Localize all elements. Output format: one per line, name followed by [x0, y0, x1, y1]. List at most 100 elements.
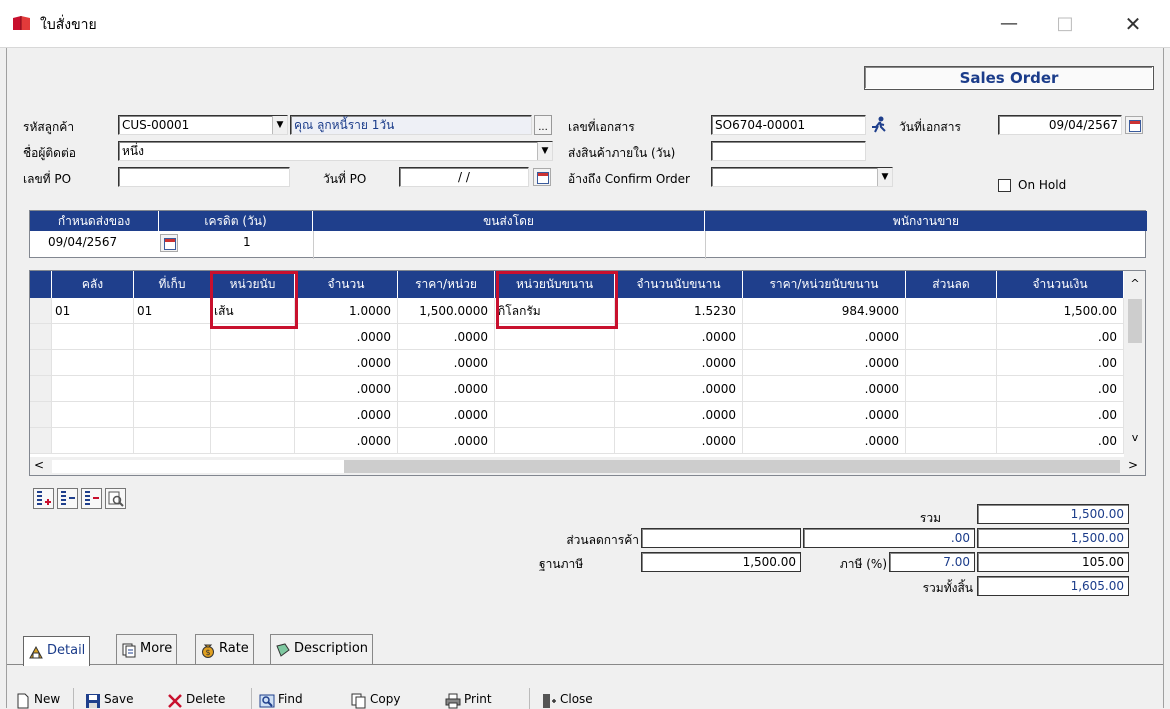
cell-location[interactable] [134, 428, 211, 454]
cell-parallel-price[interactable]: .0000 [743, 376, 906, 402]
row-indicator[interactable] [30, 324, 52, 350]
po-no-field[interactable] [118, 167, 290, 187]
confirm-order-combo[interactable]: ▼ [711, 167, 893, 187]
new-button[interactable]: New [15, 686, 60, 709]
find-button[interactable]: Find [259, 686, 303, 709]
tax-base-value[interactable]: 1,500.00 [641, 552, 801, 572]
cell-location[interactable] [134, 324, 211, 350]
credit-days-value[interactable]: 1 [243, 235, 251, 249]
po-date-calendar-icon[interactable] [533, 168, 551, 186]
scroll-left-arrow[interactable]: < [34, 458, 44, 472]
cell-unit-price[interactable]: .0000 [398, 376, 495, 402]
row-indicator[interactable] [30, 428, 52, 454]
cell-warehouse[interactable] [52, 402, 134, 428]
cell-location[interactable]: 01 [134, 298, 211, 324]
running-man-icon[interactable] [870, 115, 888, 135]
cell-warehouse[interactable] [52, 350, 134, 376]
due-date-calendar-icon[interactable] [160, 234, 178, 252]
cell-discount[interactable] [906, 324, 997, 350]
cell-parallel-qty[interactable]: 1.5230 [615, 298, 743, 324]
cell-parallel-unit[interactable] [495, 350, 615, 376]
cell-amount[interactable]: .00 [997, 376, 1124, 402]
cell-unit-price[interactable]: .0000 [398, 428, 495, 454]
maximize-button[interactable]: □ [1042, 0, 1088, 48]
insert-row-icon[interactable] [33, 488, 54, 509]
cell-discount[interactable] [906, 350, 997, 376]
cell-unit-price[interactable]: .0000 [398, 324, 495, 350]
chevron-down-icon[interactable]: ▼ [272, 116, 287, 134]
tax-rate-value[interactable]: 7.00 [889, 552, 975, 572]
contact-combo[interactable]: หนึ่ง ▼ [118, 141, 553, 161]
horizontal-scrollbar[interactable]: < > [30, 457, 1145, 475]
col-parallel-price[interactable]: ราคา/หน่วยนับขนาน [743, 271, 906, 298]
row-indicator[interactable] [30, 376, 52, 402]
col-location[interactable]: ที่เก็บ [134, 271, 211, 298]
doc-no-field[interactable]: SO6704-00001 [711, 115, 866, 135]
customer-browse-button[interactable]: ... [534, 115, 552, 135]
cell-quantity[interactable]: .0000 [295, 324, 398, 350]
cell-location[interactable] [134, 376, 211, 402]
cell-parallel-price[interactable]: 984.9000 [743, 298, 906, 324]
chevron-down-icon[interactable]: ▼ [877, 168, 892, 186]
cell-parallel-qty[interactable]: .0000 [615, 350, 743, 376]
col-discount[interactable]: ส่วนลด [906, 271, 997, 298]
doc-date-field[interactable]: 09/04/2567 [998, 115, 1122, 135]
horizontal-scroll-thumb[interactable] [344, 460, 1120, 473]
cell-amount[interactable]: .00 [997, 350, 1124, 376]
minimize-button[interactable]: — [986, 0, 1032, 48]
close-window-button[interactable]: ✕ [1110, 0, 1156, 48]
cell-warehouse[interactable] [52, 428, 134, 454]
cell-location[interactable] [134, 402, 211, 428]
cell-unit[interactable] [211, 376, 295, 402]
cell-unit[interactable] [211, 402, 295, 428]
delete-row-icon[interactable] [81, 488, 102, 509]
row-indicator[interactable] [30, 298, 52, 324]
cell-amount[interactable]: 1,500.00 [997, 298, 1124, 324]
vertical-scrollbar[interactable]: ^ v [1124, 271, 1145, 457]
cell-discount[interactable] [906, 298, 997, 324]
on-hold-checkbox[interactable] [998, 179, 1011, 192]
cell-unit-price[interactable]: .0000 [398, 350, 495, 376]
cell-quantity[interactable]: .0000 [295, 376, 398, 402]
deliver-within-field[interactable] [711, 141, 866, 161]
search-row-icon[interactable] [105, 488, 126, 509]
cell-warehouse[interactable]: 01 [52, 298, 134, 324]
cell-amount[interactable]: .00 [997, 402, 1124, 428]
add-row-icon[interactable] [57, 488, 78, 509]
cell-warehouse[interactable] [52, 324, 134, 350]
cell-unit[interactable] [211, 350, 295, 376]
cell-warehouse[interactable] [52, 376, 134, 402]
cell-parallel-price[interactable]: .0000 [743, 402, 906, 428]
trade-discount-input[interactable] [641, 528, 801, 548]
cell-parallel-unit[interactable] [495, 428, 615, 454]
cell-unit[interactable] [211, 428, 295, 454]
cell-location[interactable] [134, 350, 211, 376]
scroll-down-arrow[interactable]: v [1124, 431, 1145, 444]
chevron-down-icon[interactable]: ▼ [537, 142, 552, 160]
cell-amount[interactable]: .00 [997, 324, 1124, 350]
cell-discount[interactable] [906, 376, 997, 402]
customer-code-combo[interactable]: CUS-00001 ▼ [118, 115, 288, 135]
cell-quantity[interactable]: 1.0000 [295, 298, 398, 324]
cell-parallel-unit[interactable] [495, 376, 615, 402]
cell-unit-price[interactable]: 1,500.0000 [398, 298, 495, 324]
cell-parallel-qty[interactable]: .0000 [615, 324, 743, 350]
cell-amount[interactable]: .00 [997, 428, 1124, 454]
tab-more[interactable]: More [116, 634, 178, 664]
cell-discount[interactable] [906, 428, 997, 454]
cell-parallel-price[interactable]: .0000 [743, 324, 906, 350]
cell-parallel-qty[interactable]: .0000 [615, 402, 743, 428]
copy-button[interactable]: Copy [351, 686, 400, 709]
scroll-right-arrow[interactable]: > [1128, 458, 1138, 472]
save-button[interactable]: Save [85, 686, 133, 709]
col-parallel-qty[interactable]: จำนวนนับขนาน [615, 271, 743, 298]
tab-detail[interactable]: Detail [23, 636, 91, 666]
print-button[interactable]: Print [445, 686, 492, 709]
col-quantity[interactable]: จำนวน [295, 271, 398, 298]
scroll-up-arrow[interactable]: ^ [1124, 277, 1145, 290]
delete-button[interactable]: Delete [167, 686, 225, 709]
cell-quantity[interactable]: .0000 [295, 428, 398, 454]
cell-unit-price[interactable]: .0000 [398, 402, 495, 428]
close-button[interactable]: Close [541, 686, 593, 709]
cell-discount[interactable] [906, 402, 997, 428]
